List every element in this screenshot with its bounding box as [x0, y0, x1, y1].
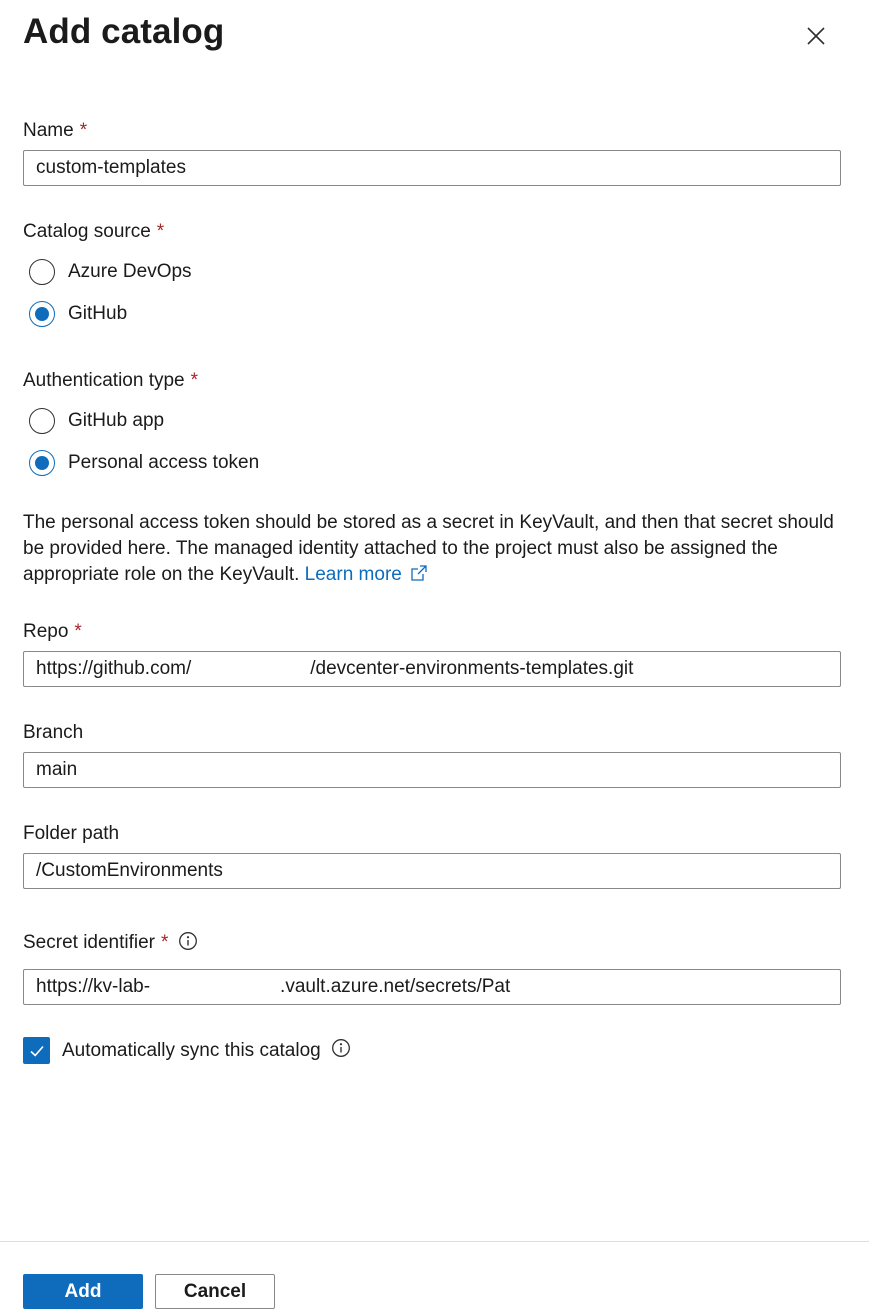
required-marker: *: [190, 370, 199, 391]
required-marker: *: [156, 221, 165, 242]
auto-sync-checkbox[interactable]: [23, 1037, 50, 1064]
radio-github-app[interactable]: GitHub app: [29, 408, 164, 434]
radio-personal-access-token[interactable]: Personal access token: [29, 450, 259, 476]
repo-label: Repo *: [23, 621, 82, 642]
branch-label: Branch: [23, 722, 84, 743]
panel-title: Add catalog: [23, 12, 225, 51]
name-label: Name *: [23, 120, 88, 141]
learn-more-link[interactable]: Learn more: [305, 564, 428, 585]
footer-divider: [0, 1241, 869, 1242]
branch-input[interactable]: [23, 752, 841, 788]
auth-type-label: Authentication type *: [23, 370, 199, 391]
name-input[interactable]: [23, 150, 841, 186]
folder-path-label: Folder path: [23, 823, 120, 844]
repo-input[interactable]: https://github.com//devcenter-environmen…: [23, 651, 841, 687]
required-marker: *: [79, 120, 88, 141]
radio-button[interactable]: [29, 301, 55, 327]
cancel-button[interactable]: Cancel: [155, 1274, 275, 1309]
secret-identifier-input[interactable]: https://kv-lab- .vault.azure.net/secrets/…: [23, 969, 841, 1005]
required-marker: *: [74, 621, 82, 642]
info-icon[interactable]: [178, 931, 198, 957]
folder-path-input[interactable]: [23, 853, 841, 889]
catalog-source-label: Catalog source *: [23, 221, 165, 242]
external-link-icon: [410, 564, 428, 590]
required-marker: *: [161, 932, 169, 953]
radio-azure-devops[interactable]: Azure DevOps: [29, 259, 192, 285]
radio-github[interactable]: GitHub: [29, 301, 127, 327]
radio-button[interactable]: [29, 450, 55, 476]
radio-button[interactable]: [29, 259, 55, 285]
checkmark-icon: [29, 1045, 44, 1057]
secret-identifier-label: Secret identifier *: [23, 931, 198, 957]
auto-sync-checkbox-row[interactable]: Automatically sync this catalog: [23, 1037, 351, 1064]
close-button[interactable]: [800, 20, 832, 52]
close-icon: [807, 27, 825, 45]
radio-button[interactable]: [29, 408, 55, 434]
pat-description: The personal access token should be stor…: [23, 510, 853, 590]
add-button[interactable]: Add: [23, 1274, 143, 1309]
info-icon[interactable]: [331, 1038, 351, 1063]
